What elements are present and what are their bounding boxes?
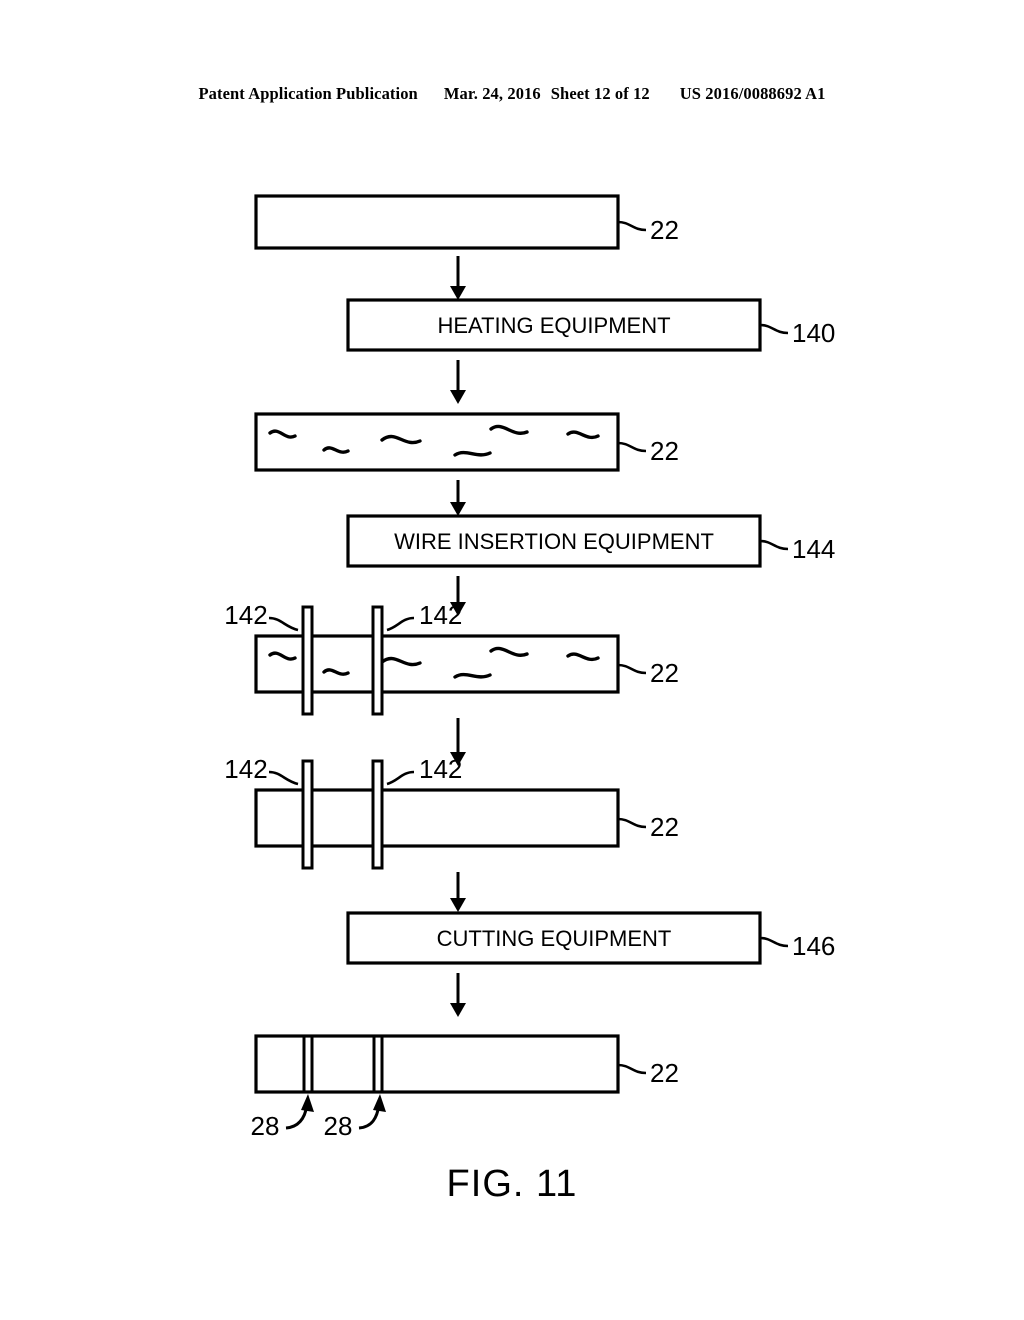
equipment-label: WIRE INSERTION EQUIPMENT (394, 529, 714, 554)
stage-5-wired-substrate: 142 142 22 (224, 600, 679, 716)
leader-line (386, 770, 415, 786)
leader-line (268, 616, 299, 632)
stage-4-wire-insertion-equipment: WIRE INSERTION EQUIPMENT 144 (346, 514, 835, 568)
ref-label-140: 140 (792, 318, 835, 348)
leader-line (617, 663, 647, 675)
stage-3-heated-substrate: 22 (254, 412, 679, 472)
stage-7-cutting-equipment: CUTTING EQUIPMENT 146 (346, 911, 835, 965)
leader-line (617, 220, 647, 232)
substrate-rect (254, 194, 620, 250)
ref-label-144: 144 (792, 534, 835, 564)
figure-caption: FIG. 11 (446, 1163, 578, 1205)
substrate-rect (254, 412, 620, 472)
flow-arrow-6 (450, 872, 466, 912)
arrow-head (373, 1094, 386, 1112)
leader-line (759, 936, 789, 948)
ref-label-22: 22 (650, 1058, 679, 1088)
leader-line (268, 770, 299, 786)
stage-6-consolidated-substrate: 142 142 22 (224, 754, 679, 870)
flow-arrow-3 (450, 480, 466, 516)
substrate-rect (254, 1034, 620, 1094)
equipment-label: CUTTING EQUIPMENT (437, 926, 672, 951)
flow-arrow-7 (450, 973, 466, 1017)
ref-label-142-right: 142 (419, 754, 462, 784)
fiber-squiggles (268, 424, 600, 457)
arrow-head (301, 1094, 314, 1112)
patent-figure-11: 22 HEATING EQUIPMENT 140 22 WIRE INSERTI… (0, 0, 1024, 1320)
leader-line (386, 616, 415, 632)
leader-line (617, 441, 647, 453)
ref-label-22: 22 (650, 812, 679, 842)
ref-label-28-right: 28 (324, 1111, 353, 1141)
wire-142-right (371, 759, 384, 870)
leader-line (617, 1063, 647, 1075)
flow-arrow-1 (450, 256, 466, 300)
ref-label-22: 22 (650, 436, 679, 466)
ref-label-22: 22 (650, 658, 679, 688)
stage-2-heating-equipment: HEATING EQUIPMENT 140 (346, 298, 835, 352)
ref-label-142-left: 142 (224, 754, 267, 784)
cut-line-28-left (302, 1037, 314, 1091)
leader-line (759, 323, 789, 335)
wire-142-left (301, 759, 314, 870)
wire-142-left (301, 605, 314, 716)
ref-label-146: 146 (792, 931, 835, 961)
ref-label-22: 22 (650, 215, 679, 245)
cut-line-28-right (372, 1037, 384, 1091)
fiber-squiggles (268, 646, 600, 679)
leader-line (759, 539, 789, 551)
ref-label-28-left: 28 (251, 1111, 280, 1141)
equipment-label: HEATING EQUIPMENT (437, 313, 670, 338)
ref-label-142-left: 142 (224, 600, 267, 630)
leader-line (617, 817, 647, 829)
stage-8-cut-substrate: 22 28 28 (251, 1034, 679, 1141)
ref-label-142-right: 142 (419, 600, 462, 630)
wire-142-right (371, 605, 384, 716)
flow-arrow-2 (450, 360, 466, 404)
stage-1-blank-substrate: 22 (254, 194, 679, 250)
